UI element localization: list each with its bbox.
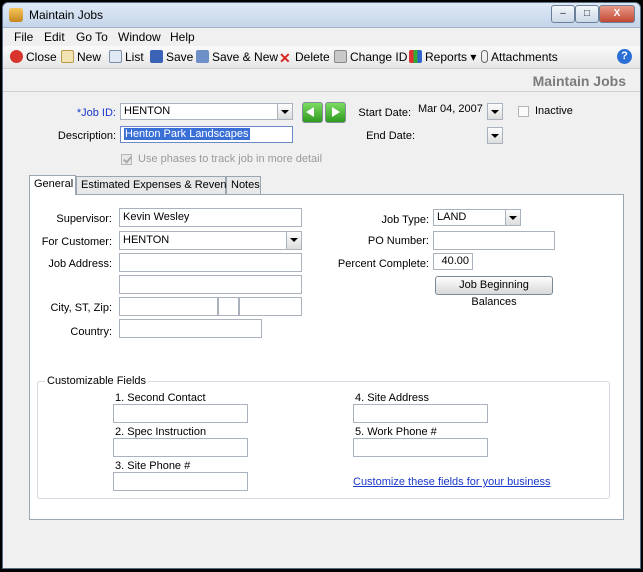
end-date-picker[interactable] (487, 127, 503, 144)
menu-file[interactable]: File (14, 30, 33, 44)
state-field[interactable] (218, 297, 239, 316)
menu-window[interactable]: Window (118, 30, 161, 44)
reports-button[interactable]: Reports ▾ (409, 49, 476, 65)
save-button[interactable]: Save (150, 49, 193, 65)
calendar-dropdown-icon (488, 104, 502, 119)
custom-field-1-label: 1. Second Contact (115, 392, 206, 404)
end-date-label: End Date: (366, 130, 415, 142)
save-and-new-button[interactable]: Save & New (196, 49, 278, 65)
start-date-label: Start Date: (358, 107, 411, 119)
custom-field-1-input[interactable] (113, 404, 248, 423)
header-divider (3, 91, 640, 92)
custom-field-4-input[interactable] (353, 404, 488, 423)
tab-estimated-expenses-revenue[interactable]: Estimated Expenses & Revenue (76, 176, 239, 194)
paperclip-icon (481, 50, 488, 63)
for-customer-field[interactable]: HENTON (119, 231, 302, 250)
list-icon (109, 50, 122, 63)
calendar-dropdown-icon (488, 128, 502, 143)
for-customer-label: For Customer: (41, 236, 112, 248)
menu-go-to[interactable]: Go To (76, 30, 108, 44)
custom-field-3-input[interactable] (113, 472, 248, 491)
app-icon (9, 8, 23, 22)
start-date-picker[interactable] (487, 103, 503, 120)
percent-complete-field[interactable]: 40.00 (433, 253, 473, 270)
use-phases-label: Use phases to track job in more detail (138, 153, 323, 165)
tab-notes[interactable]: Notes (226, 176, 261, 194)
window-title: Maintain Jobs (29, 8, 104, 22)
reports-chart-icon (409, 50, 422, 63)
country-field[interactable] (119, 319, 262, 338)
job-address-line2-field[interactable] (119, 275, 302, 294)
custom-field-5-label: 5. Work Phone # (355, 426, 437, 438)
inactive-checkbox[interactable] (518, 106, 529, 117)
maintain-jobs-window: Maintain Jobs – □ X File Edit Go To Wind… (2, 2, 641, 569)
change-id-icon (334, 50, 347, 63)
close-button[interactable]: Close (10, 49, 57, 65)
country-label: Country: (70, 326, 112, 338)
toolbar: Close New List Save Save & New ✕ Delete C… (3, 46, 640, 69)
supervisor-field[interactable]: Kevin Wesley (119, 208, 302, 227)
description-field[interactable]: Henton Park Landscapes (120, 126, 293, 143)
customize-fields-link[interactable]: Customize these fields for your business (353, 476, 550, 488)
custom-field-4-label: 4. Site Address (355, 392, 429, 404)
job-address-line1-field[interactable] (119, 253, 302, 272)
previous-record-button[interactable] (302, 102, 323, 123)
change-id-button[interactable]: Change ID (334, 49, 407, 65)
custom-field-5-input[interactable] (353, 438, 488, 457)
inactive-label: Inactive (535, 105, 573, 117)
window-footer (3, 540, 640, 568)
menu-help[interactable]: Help (170, 30, 195, 44)
po-number-field[interactable] (433, 231, 555, 250)
customizable-fields-title: Customizable Fields (45, 375, 149, 387)
minimize-button[interactable]: – (551, 5, 575, 23)
new-button[interactable]: New (61, 49, 101, 65)
po-number-label: PO Number: (367, 235, 429, 247)
save-new-icon (196, 50, 209, 63)
custom-field-2-label: 2. Spec Instruction (115, 426, 207, 438)
help-icon[interactable]: ? (617, 49, 632, 64)
supervisor-label: Supervisor: (56, 213, 112, 225)
save-disk-icon (150, 50, 163, 63)
job-id-label[interactable]: *Job ID: (63, 107, 116, 119)
use-phases-checkbox[interactable] (121, 154, 132, 165)
delete-x-icon: ✕ (279, 50, 291, 66)
city-field[interactable] (119, 297, 218, 316)
page-title: Maintain Jobs (532, 73, 626, 89)
job-type-label: Job Type: (381, 214, 430, 226)
tab-general[interactable]: General (29, 175, 76, 195)
job-beginning-balances-button[interactable]: Job Beginning Balances (435, 276, 553, 308)
customer-dropdown-icon[interactable] (286, 232, 301, 249)
custom-field-3-label: 3. Site Phone # (115, 460, 191, 472)
zip-field[interactable] (239, 297, 302, 316)
close-window-button[interactable]: X (599, 5, 635, 23)
percent-complete-label: Percent Complete: (337, 258, 429, 270)
job-type-dropdown-icon[interactable] (505, 210, 520, 225)
delete-button[interactable]: ✕ Delete (279, 49, 330, 65)
description-label: Description: (57, 130, 116, 142)
job-address-label: Job Address: (48, 258, 112, 270)
close-icon (10, 50, 23, 63)
menu-edit[interactable]: Edit (44, 30, 65, 44)
menu-bar: File Edit Go To Window Help (3, 28, 640, 46)
city-st-zip-label: City, ST, Zip: (50, 302, 112, 314)
new-document-icon (61, 50, 74, 63)
job-type-field[interactable]: LAND (433, 209, 521, 226)
job-id-dropdown-icon[interactable] (277, 104, 292, 119)
job-id-field[interactable]: HENTON (120, 103, 293, 120)
custom-field-2-input[interactable] (113, 438, 248, 457)
title-bar: Maintain Jobs – □ X (3, 3, 640, 28)
maximize-button[interactable]: □ (575, 5, 599, 23)
list-button[interactable]: List (109, 49, 144, 65)
attachments-button[interactable]: Attachments (481, 49, 558, 65)
